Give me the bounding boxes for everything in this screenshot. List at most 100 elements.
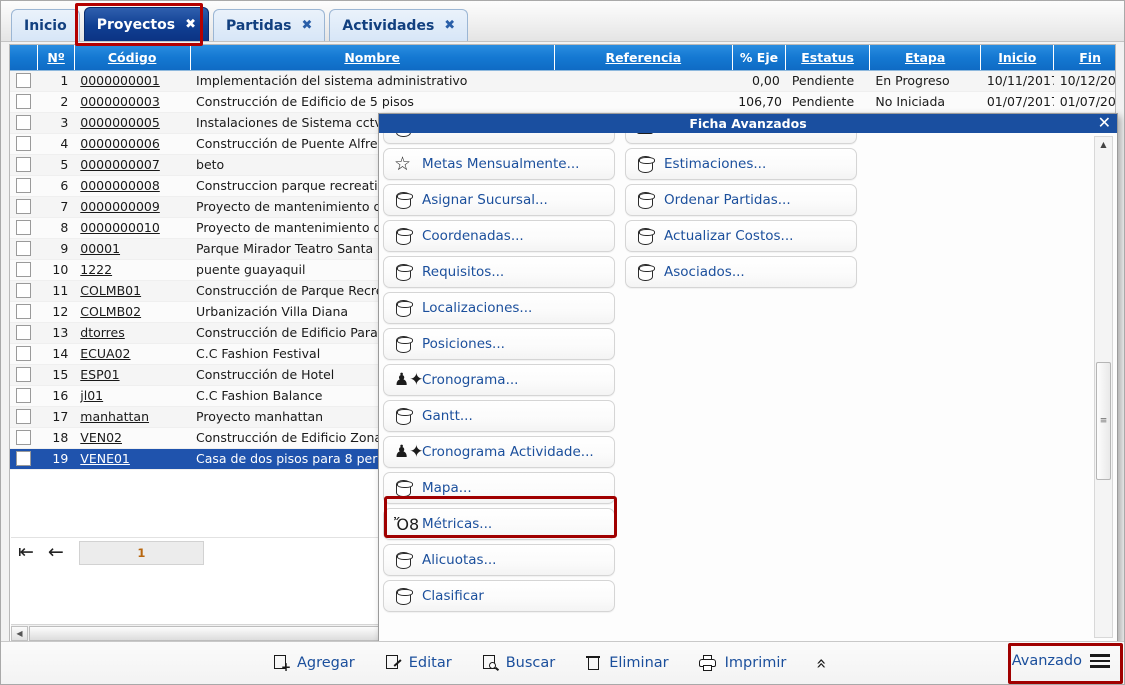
menu-item-cronograma[interactable]: ♟✦ Cronograma... [383,364,615,396]
menu-item-gantt[interactable]: Gantt... [383,400,615,432]
menu-item-ordenar-partidas[interactable]: Ordenar Partidas... [625,184,857,216]
cell-codigo[interactable]: VENE01 [74,448,191,470]
cell-codigo[interactable]: 1222 [74,259,191,281]
cell-codigo[interactable]: 0000000008 [74,175,191,197]
row-checkbox[interactable] [16,262,32,277]
table-row[interactable]: 1 0000000001 Implementación del sistema ad… [10,70,1115,92]
menu-item-partial[interactable] [383,133,615,144]
menu-item-estimaciones[interactable]: Estimaciones... [625,148,857,180]
menu-item-asignar-sucursal[interactable]: Asignar Sucursal... [383,184,615,216]
row-checkbox[interactable] [16,178,32,193]
row-checkbox-cell[interactable] [10,238,38,260]
menu-item-posiciones[interactable]: Posiciones... [383,328,615,360]
row-checkbox-cell[interactable] [10,343,38,365]
row-checkbox[interactable] [16,157,32,172]
menu-item-m-tricas[interactable]: Ὄ8 Métricas... [383,508,615,540]
editar-button[interactable]: Editar [385,654,452,672]
cell-codigo[interactable]: COLMB01 [74,280,191,302]
buscar-button[interactable]: Buscar [482,654,555,672]
row-checkbox[interactable] [16,367,32,382]
menu-item-metas-mensualmente[interactable]: ☆ Metas Mensualmente... [383,148,615,180]
row-checkbox-cell[interactable] [10,196,38,218]
cell-codigo[interactable]: 00001 [74,238,191,260]
row-checkbox-cell[interactable] [10,70,38,92]
imprimir-button[interactable]: Imprimir [698,654,786,672]
col-eje[interactable]: % Eje [732,45,787,71]
row-checkbox-cell[interactable] [10,406,38,428]
row-checkbox-cell[interactable] [10,133,38,155]
cell-codigo[interactable]: 0000000007 [74,154,191,176]
table-row[interactable]: 2 0000000003 Construcción de Edificio de 5… [10,91,1115,113]
tab-proyectos[interactable]: Proyectos ✖ [83,7,209,41]
tab-close-icon[interactable]: ✖ [185,17,196,32]
cell-codigo[interactable]: manhattan [74,406,191,428]
row-checkbox[interactable] [16,451,32,466]
row-checkbox-cell[interactable] [10,112,38,134]
cell-codigo[interactable]: 0000000006 [74,133,191,155]
col-num[interactable]: Nº [37,45,75,71]
dialog-vertical-scrollbar[interactable]: ▲ ≡ [1094,136,1113,638]
row-checkbox[interactable] [16,409,32,424]
row-checkbox[interactable] [16,73,32,88]
row-checkbox[interactable] [16,430,32,445]
first-page-icon[interactable]: ⇤ [11,543,41,562]
prev-page-icon[interactable]: ← [41,543,71,562]
cell-codigo[interactable]: 0000000003 [74,91,191,113]
row-checkbox-cell[interactable] [10,448,38,470]
row-checkbox-cell[interactable] [10,259,38,281]
col-referencia[interactable]: Referencia [554,45,733,71]
row-checkbox[interactable] [16,241,32,256]
cell-codigo[interactable]: ECUA02 [74,343,191,365]
menu-item-actualizar-costos[interactable]: Actualizar Costos... [625,220,857,252]
menu-item-localizaciones[interactable]: Localizaciones... [383,292,615,324]
col-fin[interactable]: Fin [1053,45,1115,71]
col-select-all[interactable] [10,45,39,71]
col-nombre[interactable]: Nombre [190,45,555,71]
scroll-left-icon[interactable]: ◀ [11,625,28,641]
row-checkbox[interactable] [16,136,32,151]
tab-close-icon[interactable]: ✖ [444,18,455,33]
avanzado-button[interactable]: Avanzado [1004,647,1118,675]
menu-item-alicuotas[interactable]: Alicuotas... [383,544,615,576]
col-inicio[interactable]: Inicio [980,45,1055,71]
cell-codigo[interactable]: COLMB02 [74,301,191,323]
tab-close-icon[interactable]: ✖ [302,18,313,33]
row-checkbox[interactable] [16,388,32,403]
menu-item-mapa[interactable]: Mapa... [383,472,615,504]
menu-item-requisitos[interactable]: Requisitos... [383,256,615,288]
row-checkbox[interactable] [16,325,32,340]
cell-codigo[interactable]: dtorres [74,322,191,344]
col-codigo[interactable]: Código [74,45,191,71]
row-checkbox-cell[interactable] [10,91,38,113]
row-checkbox[interactable] [16,283,32,298]
row-checkbox-cell[interactable] [10,427,38,449]
close-icon[interactable]: ✕ [1098,114,1111,132]
menu-item-cronograma-actividade[interactable]: ♟✦ Cronograma Actividade... [383,436,615,468]
row-checkbox[interactable] [16,94,32,109]
dialog-scroll-thumb[interactable]: ≡ [1096,362,1111,480]
cell-codigo[interactable]: jl01 [74,385,191,407]
row-checkbox-cell[interactable] [10,175,38,197]
cell-codigo[interactable]: VEN02 [74,427,191,449]
menu-item-mediciones[interactable]: Mediciones... [625,133,857,144]
tab-inicio[interactable]: Inicio [11,9,80,41]
row-checkbox-cell[interactable] [10,154,38,176]
col-estatus[interactable]: Estatus [785,45,870,71]
row-checkbox-cell[interactable] [10,217,38,239]
cell-codigo[interactable]: 0000000010 [74,217,191,239]
cell-codigo[interactable]: 0000000009 [74,196,191,218]
agregar-button[interactable]: + Agregar [273,654,355,673]
tab-partidas[interactable]: Partidas ✖ [212,9,326,41]
scroll-up-icon[interactable]: ▲ [1095,137,1112,152]
tab-actividades[interactable]: Actividades ✖ [329,9,469,41]
col-etapa[interactable]: Etapa [869,45,982,71]
row-checkbox[interactable] [16,220,32,235]
row-checkbox[interactable] [16,115,32,130]
row-checkbox-cell[interactable] [10,322,38,344]
cell-codigo[interactable]: ESP01 [74,364,191,386]
menu-item-clasificar[interactable]: Clasificar [383,580,615,612]
row-checkbox[interactable] [16,199,32,214]
collapse-toolbar-button[interactable]: « [811,653,832,674]
menu-item-asociados[interactable]: Asociados... [625,256,857,288]
menu-item-coordenadas[interactable]: Coordenadas... [383,220,615,252]
